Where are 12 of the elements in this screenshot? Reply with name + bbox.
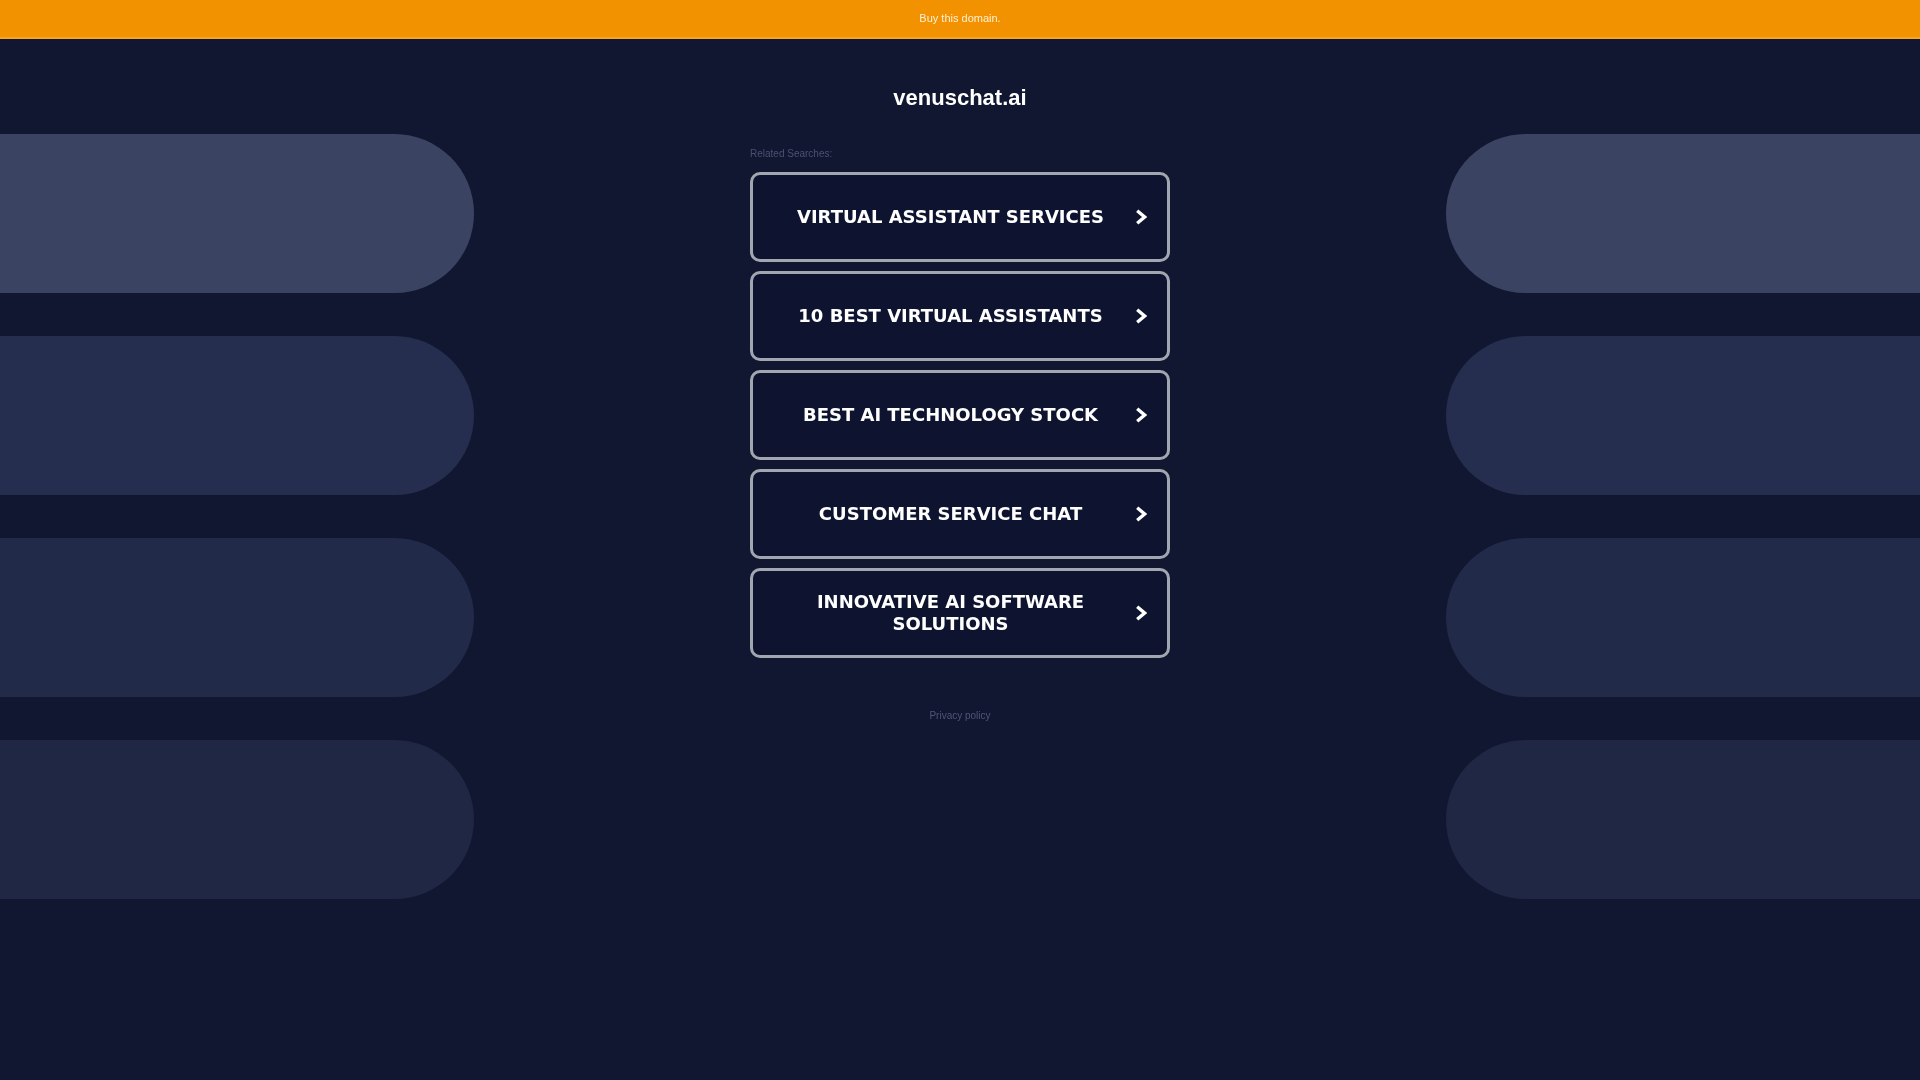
site-title: venuschat.ai — [893, 85, 1027, 111]
related-search-link[interactable]: VIRTUAL ASSISTANT SERVICES — [750, 172, 1170, 262]
related-search-link[interactable]: 10 BEST VIRTUAL ASSISTANTS — [750, 271, 1170, 361]
chevron-right-icon — [1135, 407, 1147, 423]
chevron-right-icon — [1135, 506, 1147, 522]
related-searches-heading: Related Searches: — [750, 148, 833, 160]
related-search-link[interactable]: INNOVATIVE AI SOFTWARE SOLUTIONS — [750, 568, 1170, 658]
related-search-link[interactable]: CUSTOMER SERVICE CHAT — [750, 469, 1170, 559]
chevron-right-icon — [1135, 605, 1147, 621]
related-search-link[interactable]: BEST AI TECHNOLOGY STOCK — [750, 370, 1170, 460]
chevron-right-icon — [1135, 209, 1147, 225]
chevron-right-icon — [1135, 308, 1147, 324]
